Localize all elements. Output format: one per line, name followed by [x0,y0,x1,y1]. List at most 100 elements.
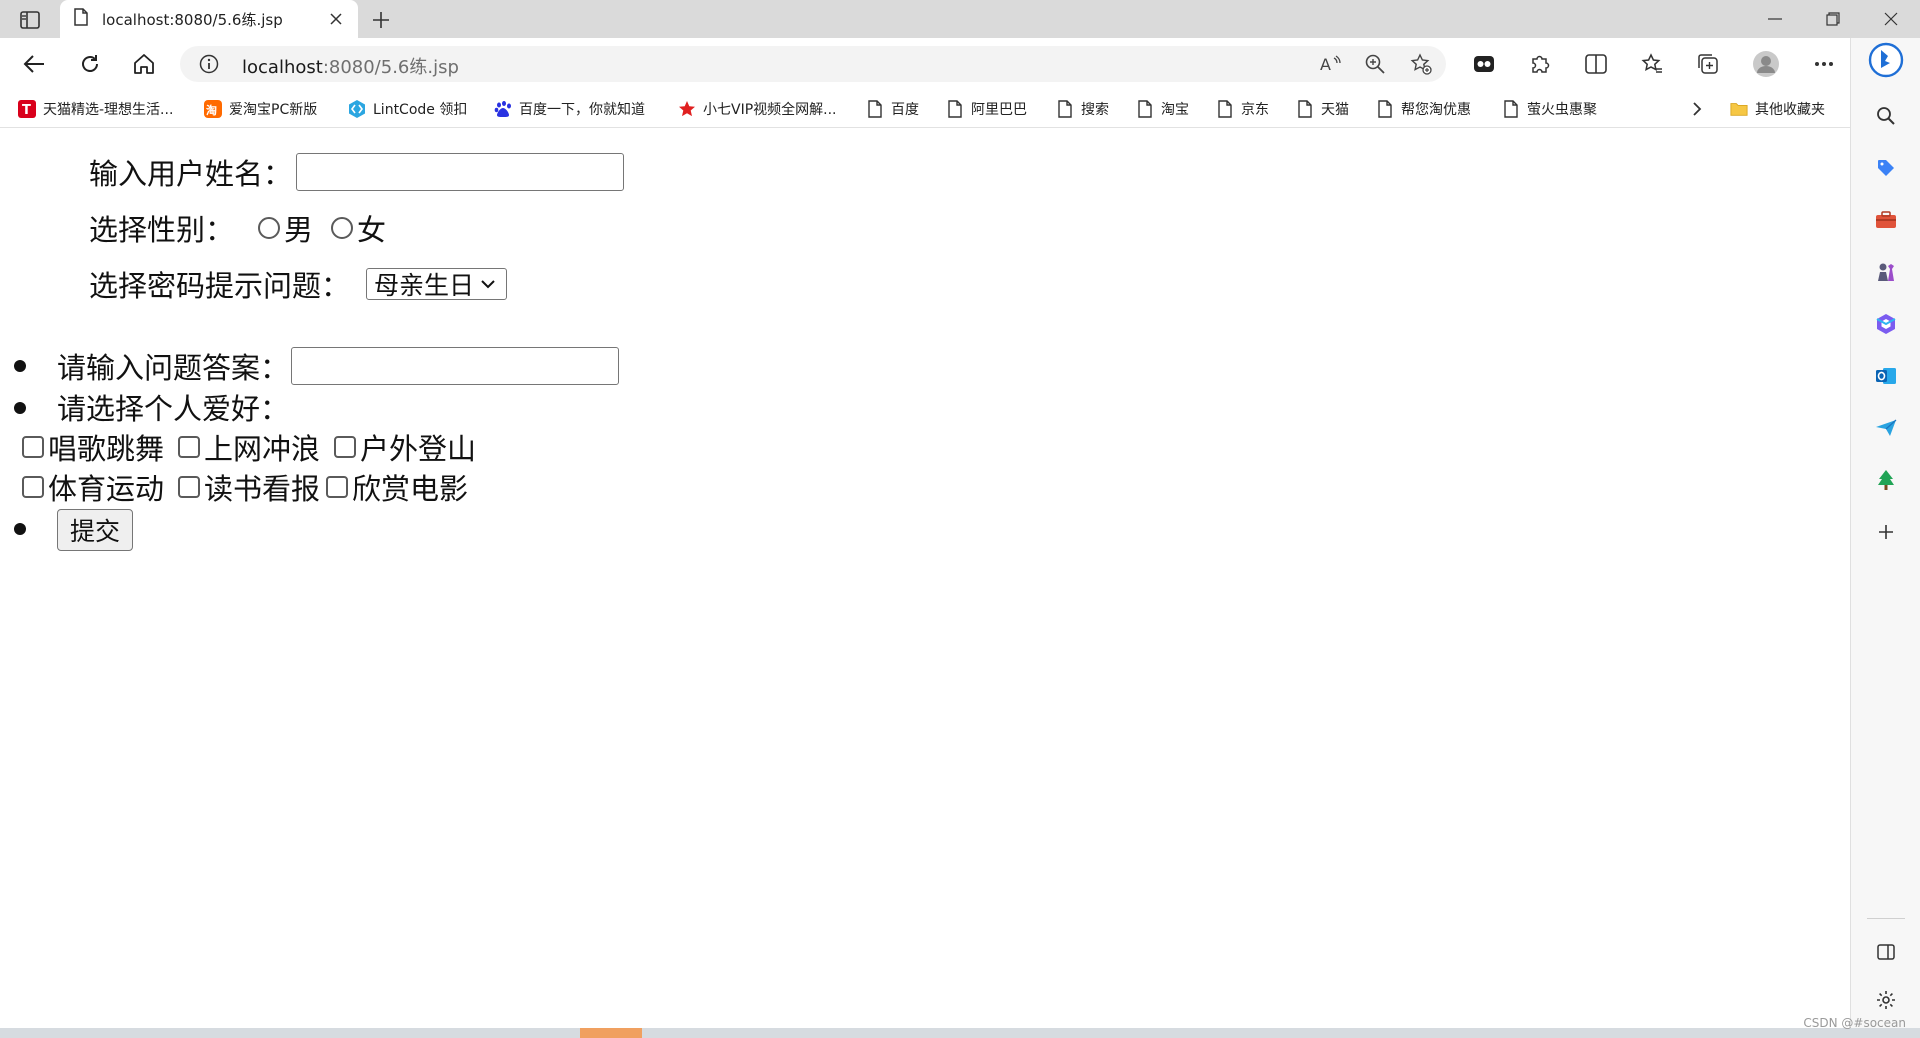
url-path: :8080/5.6练.jsp [322,57,459,78]
favorite-item-tmall-select[interactable]: T 天猫精选-理想生活... [18,97,173,121]
folder-icon [1730,100,1748,118]
hobby-option-hiking[interactable]: 户外登山 [334,426,476,468]
favorite-item-aitaobao[interactable]: 淘 爱淘宝PC新版 [204,97,317,121]
games-chess-icon[interactable] [1866,252,1906,292]
page-icon [866,100,884,118]
hobby-option-surfing[interactable]: 上网冲浪 [178,426,320,468]
tab-actions-icon[interactable] [12,6,48,34]
username-input[interactable] [296,153,625,191]
site-info-icon[interactable] [198,53,220,75]
gender-label: 选择性别： [89,213,235,247]
page-icon [74,8,88,30]
question-label: 选择密码提示问题： [89,269,351,303]
gender-male-label: 男 [284,213,314,247]
refresh-icon[interactable] [72,47,108,81]
hobby-singing-checkbox[interactable] [22,436,44,458]
hobby-hiking-checkbox[interactable] [334,436,357,458]
search-icon[interactable] [1866,96,1906,136]
favorite-item-baidu[interactable]: 百度 [866,97,919,121]
chevron-down-icon [480,274,500,294]
close-tab-icon[interactable] [324,7,348,31]
favorite-item-coupons[interactable]: 帮您淘优惠 [1376,97,1471,121]
close-window-icon[interactable] [1868,4,1914,34]
list-bullet [14,523,26,535]
tmall-logo-icon: T [18,100,36,118]
hobby-option-movies[interactable]: 欣赏电影 [326,466,468,508]
page-icon [1216,100,1234,118]
gender-option-female[interactable]: 女 [331,207,386,249]
outlook-icon[interactable] [1866,356,1906,396]
back-arrow-icon[interactable] [16,47,52,81]
split-screen-icon[interactable] [1578,47,1614,81]
favorites-icon[interactable] [1634,47,1670,81]
answer-input[interactable] [291,347,620,385]
add-favorite-icon[interactable] [1408,52,1434,76]
home-icon[interactable] [126,47,162,81]
more-options-icon[interactable] [1806,47,1842,81]
svg-text:A: A [1320,55,1331,74]
chevron-right-icon[interactable] [1684,97,1710,121]
favorite-item-baidu-yixia[interactable]: 百度一下，你就知道 [494,97,645,121]
question-select[interactable]: 母亲生日 [366,268,508,300]
zoom-icon[interactable] [1362,52,1388,76]
favorite-item-xiaoqi-vip[interactable]: 小七VIP视频全网解... [678,97,837,121]
new-tab-icon[interactable] [366,6,396,34]
hide-sidebar-icon[interactable] [1866,932,1906,972]
hobby-options-row-1: 唱歌跳舞 上网冲浪 户外登山 [22,427,476,467]
page-icon [1502,100,1520,118]
drop-send-icon[interactable] [1866,408,1906,448]
svg-text:淘: 淘 [206,103,217,117]
add-sidebar-app-icon[interactable] [1866,512,1906,552]
restore-icon[interactable] [1810,4,1856,34]
tab-strip: localhost:8080/5.6练.jsp [0,0,1920,38]
hobby-movies-checkbox[interactable] [326,476,349,498]
hobby-option-sports[interactable]: 体育运动 [22,466,164,508]
sidebar-separator [1867,918,1905,919]
minimize-icon[interactable] [1752,4,1798,34]
extensions-puzzle-icon[interactable] [1522,47,1558,81]
microsoft-365-icon[interactable] [1866,304,1906,344]
hobby-option-reading[interactable]: 读书看报 [178,466,320,508]
hobby-sports-label: 体育运动 [48,472,165,506]
favorite-item-search[interactable]: 搜索 [1056,97,1109,121]
gender-female-radio[interactable] [331,217,354,239]
favorite-label: 阿里巴巴 [971,102,1027,118]
hobby-options-row-2: 体育运动 读书看报 欣赏电影 [22,467,468,507]
username-row: 输入用户姓名： [89,151,625,193]
page-icon [1056,100,1074,118]
hobby-singing-label: 唱歌跳舞 [48,432,165,466]
favorite-label: 萤火虫惠聚 [1527,102,1597,118]
url-text[interactable]: localhost:8080/5.6练.jsp [242,53,459,79]
tab-active[interactable]: localhost:8080/5.6练.jsp [60,0,358,38]
answer-row: 请输入问题答案： [57,345,620,387]
profile-avatar-icon[interactable] [1748,47,1784,81]
hobby-reading-checkbox[interactable] [178,476,201,498]
tools-briefcase-icon[interactable] [1866,200,1906,240]
favorite-item-firefly[interactable]: 萤火虫惠聚 [1502,97,1597,121]
hobby-sports-checkbox[interactable] [22,476,44,498]
gender-option-male[interactable]: 男 [258,207,313,249]
submit-button[interactable]: 提交 [57,509,134,551]
favorite-item-jd[interactable]: 京东 [1216,97,1269,121]
other-favorites-folder[interactable]: 其他收藏夹 [1730,97,1825,121]
list-bullet [14,402,26,414]
favorite-label: 百度一下，你就知道 [519,102,645,118]
aitaobao-logo-icon: 淘 [204,100,222,118]
shopping-tag-icon[interactable] [1866,148,1906,188]
hobby-surfing-checkbox[interactable] [178,436,201,458]
favorite-item-alibaba[interactable]: 阿里巴巴 [946,97,1027,121]
read-aloud-icon[interactable]: A [1318,52,1344,76]
address-bar[interactable]: localhost:8080/5.6练.jsp A [180,46,1446,82]
extension-coupon-icon[interactable] [1466,47,1502,81]
url-host: localhost [242,57,323,78]
gender-male-radio[interactable] [258,217,281,239]
tree-icon[interactable] [1866,460,1906,500]
favorite-item-tmall[interactable]: 天猫 [1296,97,1349,121]
gear-icon[interactable] [1866,980,1906,1020]
collections-icon[interactable] [1690,47,1726,81]
bing-copilot-icon[interactable] [1866,40,1906,80]
favorite-item-taobao[interactable]: 淘宝 [1136,97,1189,121]
favorite-item-lintcode[interactable]: LintCode 领扣 [348,97,467,121]
page-icon [1376,100,1394,118]
hobby-option-singing[interactable]: 唱歌跳舞 [22,426,164,468]
